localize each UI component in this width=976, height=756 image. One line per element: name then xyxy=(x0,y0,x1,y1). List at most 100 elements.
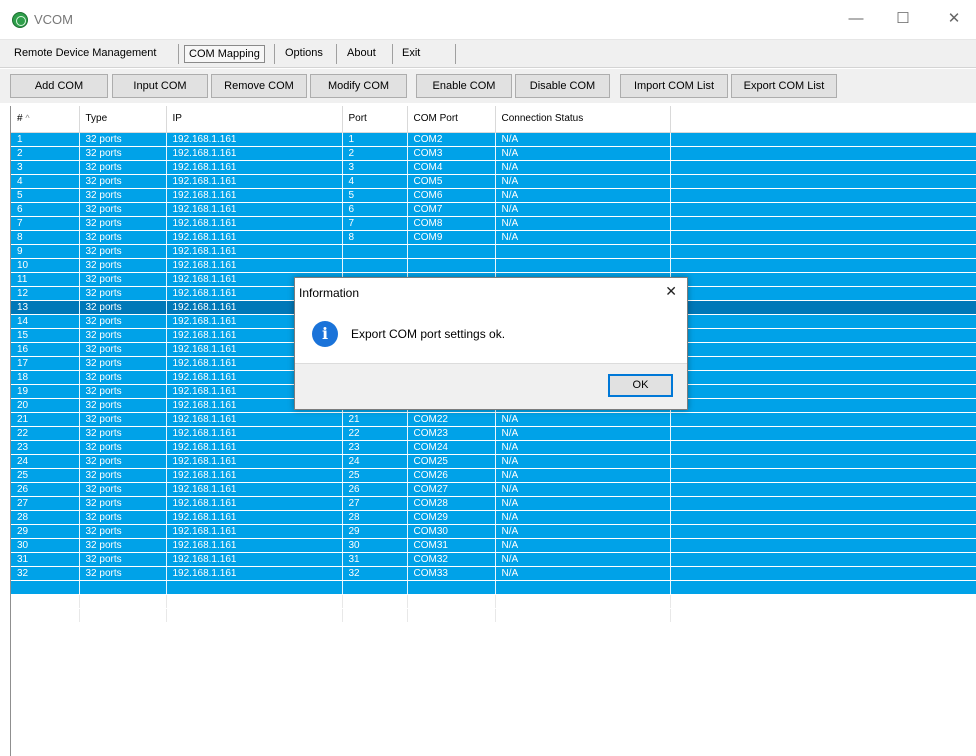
cell-ip: 192.168.1.161 xyxy=(166,482,343,497)
menu-about[interactable]: About xyxy=(343,45,380,63)
ok-button[interactable]: OK xyxy=(608,374,673,397)
import-com-list-button[interactable]: Import COM List xyxy=(620,74,728,98)
cell-connection-status: N/A xyxy=(495,202,671,217)
cell-filler xyxy=(670,258,976,273)
menu-com-mapping[interactable]: COM Mapping xyxy=(184,45,265,63)
column-header-port[interactable]: Port xyxy=(342,106,408,133)
table-row[interactable]: 28 32 ports 192.168.1.161 28 COM29 N/A xyxy=(11,510,976,525)
menu-separator xyxy=(336,44,337,64)
menu-remote-device-management[interactable]: Remote Device Management xyxy=(10,45,160,63)
table-row[interactable]: 5 32 ports 192.168.1.161 5 COM6 N/A xyxy=(11,188,976,203)
cell-com-port: COM24 xyxy=(407,440,496,455)
cell-ip: 192.168.1.161 xyxy=(166,426,343,441)
column-header-filler xyxy=(670,106,976,133)
close-window-button[interactable]: ✕ xyxy=(936,8,972,32)
cell-filler xyxy=(670,300,976,315)
add-com-button[interactable]: Add COM xyxy=(10,74,108,98)
table-row[interactable]: 21 32 ports 192.168.1.161 21 COM22 N/A xyxy=(11,412,976,427)
table-row[interactable]: 9 32 ports 192.168.1.161 xyxy=(11,244,976,259)
table-row[interactable]: 24 32 ports 192.168.1.161 24 COM25 N/A xyxy=(11,454,976,469)
cell-port xyxy=(342,258,408,273)
menu-exit[interactable]: Exit xyxy=(398,45,424,63)
remove-com-button[interactable]: Remove COM xyxy=(211,74,307,98)
disable-com-button[interactable]: Disable COM xyxy=(515,74,610,98)
cell-port: 29 xyxy=(342,524,408,539)
table-row[interactable]: 25 32 ports 192.168.1.161 25 COM26 N/A xyxy=(11,468,976,483)
column-header-ip[interactable]: IP xyxy=(166,106,343,133)
table-row[interactable]: 29 32 ports 192.168.1.161 29 COM30 N/A xyxy=(11,524,976,539)
cell-connection-status: N/A xyxy=(495,132,671,147)
cell-port: 28 xyxy=(342,510,408,525)
column-header-type[interactable]: Type xyxy=(79,106,167,133)
cell-number: 26 xyxy=(11,482,80,497)
cell-com-port: COM25 xyxy=(407,454,496,469)
menu-options[interactable]: Options xyxy=(281,45,327,63)
table-row[interactable]: 27 32 ports 192.168.1.161 27 COM28 N/A xyxy=(11,496,976,511)
table-row[interactable]: 10 32 ports 192.168.1.161 xyxy=(11,258,976,273)
table-row[interactable]: 30 32 ports 192.168.1.161 30 COM31 N/A xyxy=(11,538,976,553)
cell-connection-status: N/A xyxy=(495,412,671,427)
cell-type: 32 ports xyxy=(79,230,167,245)
cell-number: 28 xyxy=(11,510,80,525)
input-com-button[interactable]: Input COM xyxy=(112,74,208,98)
cell-filler xyxy=(670,524,976,539)
cell-ip: 192.168.1.161 xyxy=(166,202,343,217)
cell-filler xyxy=(670,384,976,399)
column-header-connection-status[interactable]: Connection Status xyxy=(495,106,671,133)
table-row[interactable]: 6 32 ports 192.168.1.161 6 COM7 N/A xyxy=(11,202,976,217)
maximize-button[interactable]: ☐ xyxy=(885,8,921,32)
table-row[interactable]: 22 32 ports 192.168.1.161 22 COM23 N/A xyxy=(11,426,976,441)
column-header-number[interactable]: # ^ xyxy=(11,106,80,133)
cell-number: 25 xyxy=(11,468,80,483)
empty-cell xyxy=(670,594,976,609)
export-com-list-button[interactable]: Export COM List xyxy=(731,74,837,98)
cell-com-port: COM2 xyxy=(407,132,496,147)
cell-connection-status: N/A xyxy=(495,146,671,161)
cell-ip: 192.168.1.161 xyxy=(166,244,343,259)
empty-cell xyxy=(670,580,976,595)
cell-filler xyxy=(670,188,976,203)
cell-ip: 192.168.1.161 xyxy=(166,146,343,161)
table-row[interactable]: 2 32 ports 192.168.1.161 2 COM3 N/A xyxy=(11,146,976,161)
cell-filler xyxy=(670,272,976,287)
cell-type: 32 ports xyxy=(79,482,167,497)
modify-com-button[interactable]: Modify COM xyxy=(310,74,407,98)
table-row[interactable]: 26 32 ports 192.168.1.161 26 COM27 N/A xyxy=(11,482,976,497)
cell-type: 32 ports xyxy=(79,426,167,441)
cell-type: 32 ports xyxy=(79,538,167,553)
table-row[interactable]: 8 32 ports 192.168.1.161 8 COM9 N/A xyxy=(11,230,976,245)
cell-ip: 192.168.1.161 xyxy=(166,174,343,189)
cell-filler xyxy=(670,454,976,469)
cell-connection-status: N/A xyxy=(495,230,671,245)
com-mapping-table[interactable]: # ^ Type IP Port COM Port Connection Sta… xyxy=(10,106,976,756)
cell-com-port: COM3 xyxy=(407,146,496,161)
cell-ip: 192.168.1.161 xyxy=(166,538,343,553)
cell-filler xyxy=(670,244,976,259)
cell-filler xyxy=(670,412,976,427)
cell-filler xyxy=(670,426,976,441)
cell-number: 4 xyxy=(11,174,80,189)
table-row[interactable]: 7 32 ports 192.168.1.161 7 COM8 N/A xyxy=(11,216,976,231)
cell-connection-status: N/A xyxy=(495,440,671,455)
cell-number: 3 xyxy=(11,160,80,175)
cell-connection-status: N/A xyxy=(495,454,671,469)
enable-com-button[interactable]: Enable COM xyxy=(416,74,512,98)
dialog-close-icon[interactable]: ✕ xyxy=(665,283,677,300)
cell-number: 32 xyxy=(11,566,80,581)
empty-cell xyxy=(342,594,408,609)
cell-number: 12 xyxy=(11,286,80,301)
table-row[interactable]: 4 32 ports 192.168.1.161 4 COM5 N/A xyxy=(11,174,976,189)
cell-connection-status: N/A xyxy=(495,552,671,567)
cell-filler xyxy=(670,496,976,511)
cell-port: 7 xyxy=(342,216,408,231)
minimize-button[interactable]: — xyxy=(838,8,874,32)
cell-connection-status: N/A xyxy=(495,524,671,539)
table-row[interactable]: 23 32 ports 192.168.1.161 23 COM24 N/A xyxy=(11,440,976,455)
table-row[interactable]: 31 32 ports 192.168.1.161 31 COM32 N/A xyxy=(11,552,976,567)
table-row[interactable]: 32 32 ports 192.168.1.161 32 COM33 N/A xyxy=(11,566,976,581)
table-row[interactable]: 1 32 ports 192.168.1.161 1 COM2 N/A xyxy=(11,132,976,147)
toolbar: Add COM Input COM Remove COM Modify COM … xyxy=(0,69,976,103)
column-header-com-port[interactable]: COM Port xyxy=(407,106,496,133)
table-row[interactable]: 3 32 ports 192.168.1.161 3 COM4 N/A xyxy=(11,160,976,175)
empty-row xyxy=(11,580,976,595)
